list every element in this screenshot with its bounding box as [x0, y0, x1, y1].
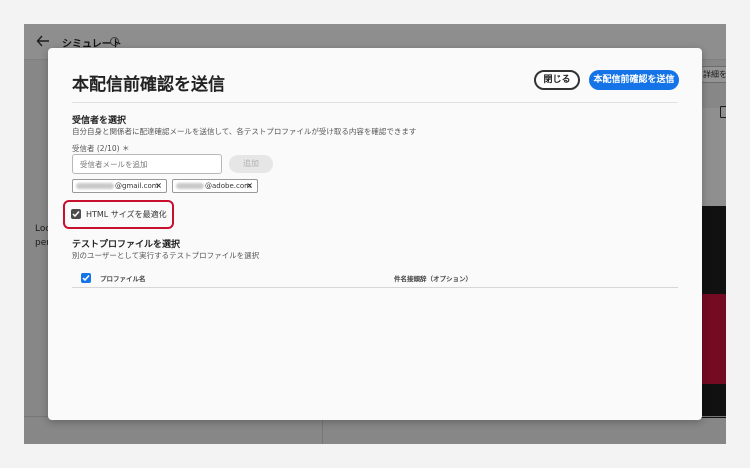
divider	[72, 102, 678, 103]
checkmark-icon	[82, 275, 90, 282]
recipient-tag: @gmail.com ×	[72, 179, 167, 193]
remove-tag-icon[interactable]: ×	[155, 180, 162, 192]
send-proof-dialog: 本配信前確認を送信 閉じる 本配信前確認を送信 受信者を選択 自分自身と関係者に…	[48, 48, 702, 420]
select-all-checkbox[interactable]	[81, 273, 91, 283]
column-header-subject-prefix[interactable]: 件名接頭辞（オプション）	[394, 273, 472, 283]
close-button[interactable]: 閉じる	[534, 70, 580, 90]
profiles-heading: テストプロファイルを選択	[72, 240, 181, 250]
recipient-tag-domain: @adobe.com	[205, 182, 251, 190]
column-header-profile-name[interactable]: プロファイル名	[100, 273, 146, 283]
send-proof-button[interactable]: 本配信前確認を送信	[589, 70, 679, 90]
remove-tag-icon[interactable]: ×	[246, 180, 253, 192]
recipient-email-input[interactable]	[72, 154, 222, 174]
optimize-html-checkbox[interactable]	[71, 209, 81, 219]
recipients-heading: 受信者を選択	[72, 116, 127, 126]
dialog-title: 本配信前確認を送信	[72, 75, 225, 95]
recipients-description: 自分自身と関係者に配達確認メールを送信して、各テストプロファイルが受け取る内容を…	[72, 127, 417, 136]
checkmark-icon	[72, 211, 80, 218]
optimize-html-label: HTML サイズを最適化	[86, 210, 167, 219]
recipient-tag: @adobe.com ×	[172, 179, 258, 193]
profiles-table-header: プロファイル名 件名接頭辞（オプション）	[72, 268, 678, 288]
redacted-text	[76, 183, 114, 189]
add-recipient-button[interactable]: 追加	[229, 155, 273, 173]
recipient-tag-domain: @gmail.com	[115, 182, 159, 190]
redacted-text	[176, 183, 204, 189]
profiles-description: 別のユーザーとして実行するテストプロファイルを選択	[72, 251, 260, 260]
recipients-field-label: 受信者 (2/10) ＊	[72, 144, 130, 153]
